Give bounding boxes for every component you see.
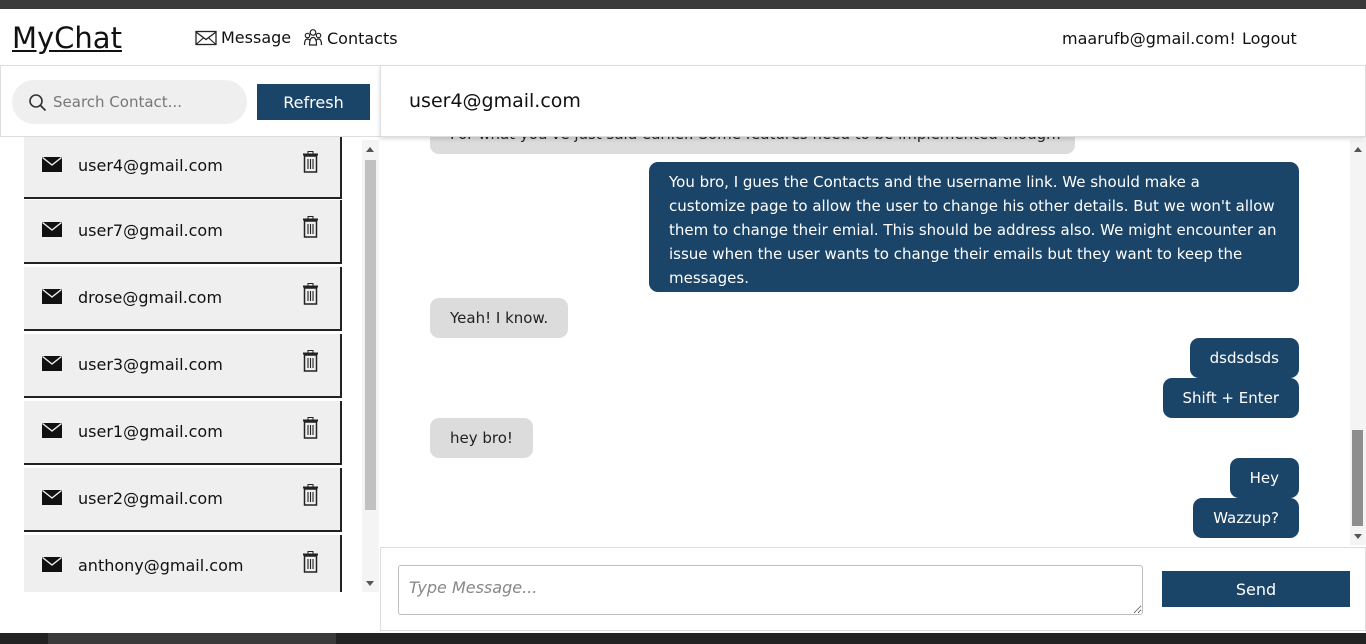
message-area: For what you've just said earlier. Some … <box>381 120 1350 546</box>
contact-email: user1@gmail.com <box>78 422 223 441</box>
contact-email: user3@gmail.com <box>78 355 223 374</box>
contact-item[interactable]: drose@gmail.com <box>24 267 342 331</box>
mail-icon <box>42 557 62 572</box>
scroll-down-icon[interactable] <box>366 581 374 586</box>
contact-item[interactable]: user1@gmail.com <box>24 401 342 465</box>
trash-icon[interactable] <box>302 151 319 173</box>
logout-link[interactable]: Logout <box>1242 29 1297 48</box>
current-user-email: maarufb@gmail.com! <box>1062 29 1236 48</box>
contact-email: drose@gmail.com <box>78 288 223 307</box>
send-button[interactable]: Send <box>1162 571 1350 607</box>
contact-item[interactable]: anthony@gmail.com <box>24 535 342 592</box>
nav-message-link[interactable]: Message <box>195 28 291 47</box>
os-taskbar <box>0 633 1366 644</box>
mail-icon <box>42 423 62 438</box>
contact-email: user7@gmail.com <box>78 221 223 240</box>
trash-icon[interactable] <box>302 551 319 573</box>
contact-list: user4@gmail.com user7@gmail.com drose@gm… <box>22 137 342 592</box>
contacts-toolbar: Refresh <box>0 65 381 137</box>
chat-header: user4@gmail.com <box>380 65 1366 137</box>
search-icon <box>29 93 47 111</box>
message-composer: Send <box>380 547 1366 631</box>
scroll-down-icon[interactable] <box>1354 534 1362 539</box>
scrollbar-thumb[interactable] <box>365 160 376 510</box>
contact-email: user4@gmail.com <box>78 156 223 175</box>
contact-item[interactable]: user4@gmail.com <box>24 137 342 199</box>
mail-icon <box>42 356 62 371</box>
taskbar-segment <box>48 633 336 644</box>
nav-contacts-label: Contacts <box>327 28 398 48</box>
trash-icon[interactable] <box>302 216 319 238</box>
message-area-scrollbar[interactable] <box>1350 140 1366 545</box>
people-icon <box>303 29 323 46</box>
mail-icon <box>42 289 62 304</box>
nav-contacts-link[interactable]: Contacts <box>303 28 398 48</box>
contact-item[interactable]: user2@gmail.com <box>24 468 342 532</box>
window-top-strip <box>0 0 1366 9</box>
brand-logo[interactable]: MyChat <box>12 21 122 55</box>
mail-icon <box>42 490 62 505</box>
trash-icon[interactable] <box>302 484 319 506</box>
mail-icon <box>42 222 62 237</box>
refresh-button[interactable]: Refresh <box>257 84 370 120</box>
search-input[interactable] <box>53 93 233 111</box>
message-bubble-outgoing: You bro, I gues the Contacts and the use… <box>649 162 1299 292</box>
nav-message-label: Message <box>221 28 292 47</box>
trash-icon[interactable] <box>302 350 319 372</box>
chat-title: user4@gmail.com <box>409 90 581 112</box>
trash-icon[interactable] <box>302 417 319 439</box>
contact-list-scrollbar[interactable] <box>362 140 379 592</box>
trash-icon[interactable] <box>302 283 319 305</box>
contact-item[interactable]: user7@gmail.com <box>24 200 342 264</box>
mail-icon <box>42 157 62 172</box>
scrollbar-thumb[interactable] <box>1352 430 1363 526</box>
message-bubble-outgoing: Shift + Enter <box>1162 378 1299 418</box>
scroll-up-icon[interactable] <box>366 147 374 152</box>
contact-item[interactable]: user3@gmail.com <box>24 334 342 398</box>
message-input[interactable] <box>398 565 1143 615</box>
message-bubble-outgoing: Wazzup? <box>1193 498 1299 538</box>
contact-email: user2@gmail.com <box>78 489 223 508</box>
navbar: MyChat Message Contacts maarufb@gmail.co… <box>0 9 1366 65</box>
message-bubble-outgoing: Hey <box>1229 458 1299 498</box>
message-bubble-incoming: hey bro! <box>430 418 533 458</box>
scroll-up-icon[interactable] <box>1354 147 1362 152</box>
search-box[interactable] <box>12 80 247 124</box>
envelope-icon <box>195 30 217 45</box>
message-bubble-incoming: Yeah! I know. <box>430 298 569 338</box>
message-bubble-outgoing: dsdsdsds <box>1189 338 1299 378</box>
contact-email: anthony@gmail.com <box>78 556 244 575</box>
